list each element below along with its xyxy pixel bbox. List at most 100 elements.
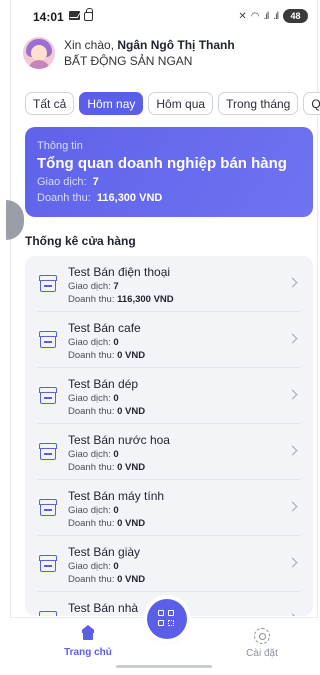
- home-indicator: [116, 665, 212, 668]
- nav-home[interactable]: Trang chủ: [58, 625, 118, 658]
- store-item[interactable]: Test Bán điện thoại Giao dịch: 7 Doanh t…: [38, 256, 300, 312]
- overview-label: Thông tin: [37, 140, 83, 152]
- filter-yesterday[interactable]: Hôm qua: [148, 92, 214, 115]
- chevron-right-icon: [287, 445, 298, 456]
- store-revenue-label: Doanh thu:: [68, 350, 115, 361]
- store-text: Test Bán điện thoại Giao dịch: 7 Doanh t…: [68, 265, 174, 306]
- store-icon: [38, 555, 58, 573]
- overview-transactions: Giao dịch: 7: [37, 176, 301, 189]
- store-revenue-value: 0 VND: [117, 350, 146, 361]
- overview-card: Thông tin Tổng quan doanh nghiệp bán hàn…: [25, 127, 313, 217]
- store-revenue-label: Doanh thu:: [68, 518, 115, 529]
- qr-icon-part: [158, 620, 164, 626]
- store-transactions-label: Giao dịch:: [68, 281, 111, 292]
- date-filter-tabs: Tất cả Hôm nay Hôm qua Trong tháng Quý n: [25, 92, 320, 115]
- store-item[interactable]: Test Bán giày Giao dịch: 0 Doanh thu: 0 …: [38, 536, 300, 592]
- status-left-icons: [69, 8, 93, 21]
- store-icon: [38, 387, 58, 405]
- store-text: Test Bán cafe Giao dịch: 0 Doanh thu: 0 …: [68, 321, 145, 362]
- store-transactions-label: Giao dịch:: [68, 449, 111, 460]
- qr-scan-button[interactable]: [147, 599, 187, 639]
- store-name: Test Bán nhà: [68, 601, 139, 615]
- store-icon: [38, 499, 58, 517]
- store-transactions-value: 0: [113, 449, 119, 460]
- wifi-icon: ◠: [250, 10, 260, 22]
- chevron-right-icon: [287, 557, 298, 568]
- avatar-face: [31, 45, 47, 61]
- signal-icon: .ıl: [263, 10, 269, 22]
- store-revenue-label: Doanh thu:: [68, 574, 115, 585]
- chevron-right-icon: [287, 389, 298, 400]
- store-name: Test Bán máy tính: [68, 489, 165, 503]
- store-name: Test Bán điện thoại: [68, 265, 171, 279]
- store-transactions-value: 7: [113, 281, 119, 292]
- store-text: Test Bán nhà: [68, 601, 138, 616]
- store-icon: [38, 331, 58, 349]
- store-transactions-value: 0: [113, 561, 119, 572]
- store-revenue-label: Doanh thu:: [68, 462, 115, 473]
- store-text: Test Bán máy tính Giao dịch: 0 Doanh thu…: [68, 489, 164, 530]
- overview-transactions-label: Giao dịch:: [37, 176, 87, 188]
- mute-icon: ✕: [238, 10, 246, 22]
- filter-all[interactable]: Tất cả: [25, 92, 75, 115]
- store-transactions-value: 0: [113, 337, 119, 348]
- greeting-line: Xin chào, Ngân Ngô Thị Thanh: [64, 38, 235, 53]
- store-name: Test Bán nước hoa: [68, 433, 170, 447]
- store-icon: [38, 275, 58, 293]
- store-name: Test Bán giày: [68, 545, 141, 559]
- nav-settings-label: Cài đặt: [246, 648, 278, 659]
- nav-settings[interactable]: Cài đặt: [232, 628, 292, 659]
- home-icon: [81, 625, 95, 640]
- section-title: Thống kê cửa hàng: [25, 234, 136, 248]
- store-item[interactable]: Test Bán cafe Giao dịch: 0 Doanh thu: 0 …: [38, 312, 300, 368]
- lock-icon: [84, 8, 93, 21]
- store-revenue-label: Doanh thu:: [68, 294, 115, 305]
- store-revenue: Doanh thu: 0 VND: [68, 406, 145, 418]
- store-name: Test Bán dép: [68, 377, 139, 391]
- store-revenue-value: 0 VND: [117, 406, 146, 417]
- store-name: Test Bán cafe: [68, 321, 141, 335]
- store-icon: [38, 611, 58, 616]
- store-item[interactable]: Test Bán nước hoa Giao dịch: 0 Doanh thu…: [38, 424, 300, 480]
- store-revenue-label: Doanh thu:: [68, 406, 115, 417]
- status-right-icons: ✕ ◠ .ıl .ıl 48: [238, 9, 308, 23]
- store-revenue: Doanh thu: 0 VND: [68, 518, 164, 530]
- store-revenue-value: 116,300 VND: [117, 294, 174, 305]
- qr-icon-part: [168, 620, 174, 626]
- store-item[interactable]: Test Bán dép Giao dịch: 0 Doanh thu: 0 V…: [38, 368, 300, 424]
- store-revenue: Doanh thu: 0 VND: [68, 462, 170, 474]
- chevron-right-icon: [287, 333, 298, 344]
- floating-side-handle[interactable]: [6, 200, 24, 240]
- overview-transactions-value: 7: [92, 176, 99, 188]
- avatar-body: [28, 60, 50, 69]
- chevron-right-icon: [287, 277, 298, 288]
- store-text: Test Bán giày Giao dịch: 0 Doanh thu: 0 …: [68, 545, 145, 586]
- user-greeting: Xin chào, Ngân Ngô Thị Thanh BẤT ĐỘNG SẢ…: [23, 37, 235, 69]
- store-transactions-label: Giao dịch:: [68, 337, 111, 348]
- app-screen: 14:01 ✕ ◠ .ıl .ıl 48 Xin chào, Ngân Ngô …: [0, 0, 320, 675]
- company-name: BẤT ĐỘNG SẢN NGAN: [64, 53, 193, 68]
- filter-today[interactable]: Hôm nay: [79, 92, 144, 115]
- avatar[interactable]: [23, 37, 55, 69]
- qr-icon-part: [168, 610, 174, 616]
- store-transactions: Giao dịch: 7: [68, 281, 174, 293]
- store-transactions: Giao dịch: 0: [68, 505, 164, 517]
- store-revenue: Doanh thu: 116,300 VND: [68, 294, 174, 306]
- store-transactions-label: Giao dịch:: [68, 561, 111, 572]
- filter-this-month[interactable]: Trong tháng: [218, 92, 299, 115]
- gear-icon: [254, 628, 270, 644]
- filter-quarter[interactable]: Quý n: [303, 92, 320, 115]
- store-transactions-value: 0: [113, 393, 119, 404]
- store-item[interactable]: Test Bán máy tính Giao dịch: 0 Doanh thu…: [38, 480, 300, 536]
- store-list: Test Bán điện thoại Giao dịch: 7 Doanh t…: [25, 256, 313, 616]
- store-text: Test Bán nước hoa Giao dịch: 0 Doanh thu…: [68, 433, 170, 474]
- store-transactions: Giao dịch: 0: [68, 561, 145, 573]
- store-transactions: Giao dịch: 0: [68, 337, 145, 349]
- battery-icon: 48: [283, 9, 308, 23]
- store-revenue: Doanh thu: 0 VND: [68, 350, 145, 362]
- chevron-right-icon: [287, 501, 298, 512]
- qr-icon: [158, 610, 164, 616]
- overview-revenue: Doanh thu: 116,300 VND: [37, 192, 301, 205]
- chevron-right-icon: [287, 613, 298, 616]
- frame-edge-left: [10, 0, 11, 675]
